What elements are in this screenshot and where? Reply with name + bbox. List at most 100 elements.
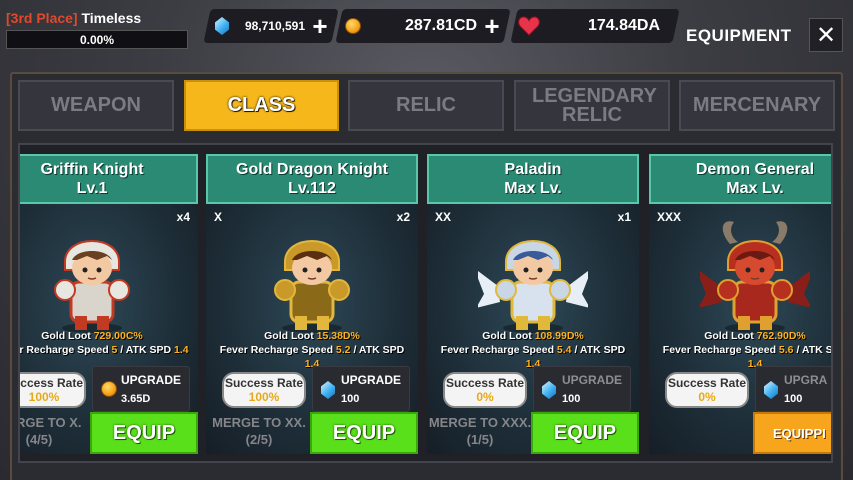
merge-label: MERGE TO X. xyxy=(18,415,82,430)
fever-speed-label: Fever Recharge Speed xyxy=(440,344,557,356)
tab-legendary-relic-label: LEGENDARY RELIC xyxy=(532,84,657,126)
equip-button[interactable]: EQUIP xyxy=(90,412,198,454)
class-card-3[interactable]: Demon General Max Lv. XXX Gold Loot 762.… xyxy=(649,154,833,454)
class-card-1[interactable]: Gold Dragon Knight Lv.112 X x2 Gold Loot… xyxy=(206,154,418,454)
success-rate-bubble: Success Rate 0% xyxy=(665,372,749,408)
upgrade-button[interactable]: UPGRADE 100 xyxy=(312,366,410,412)
fever-speed-label: Fever Recharge Speed xyxy=(219,344,336,356)
progress-text: 0.00% xyxy=(79,33,115,47)
rank-title: Timeless xyxy=(81,10,142,26)
equip-button[interactable]: EQUIPPI xyxy=(753,412,831,454)
rank-line: [3rd Place] Timeless xyxy=(6,10,188,26)
fever-speed-value: 5.6 xyxy=(778,344,794,356)
class-level: Max Lv. xyxy=(504,180,562,197)
card-header: Gold Dragon Knight Lv.112 xyxy=(206,154,418,204)
hero-portrait xyxy=(37,216,147,336)
card-header: Paladin Max Lv. xyxy=(427,154,639,204)
gold-loot-value: 108.99D% xyxy=(534,330,584,342)
class-tier: XXX xyxy=(657,210,682,224)
merge-progress: (4/5) xyxy=(25,432,53,447)
class-name: Paladin xyxy=(504,161,562,178)
equip-button[interactable]: EQUIP xyxy=(531,412,639,454)
hero-portrait xyxy=(474,216,592,336)
card-header: Griffin Knight Lv.1 xyxy=(20,154,198,204)
fever-speed-value: 5.4 xyxy=(556,344,572,356)
upgrade-label: UPGRADE xyxy=(562,373,623,387)
merge-button[interactable]: MERGE TO X. (4/5) xyxy=(18,412,92,454)
atk-spd-label: / ATK SPD xyxy=(796,344,833,356)
atk-spd-label: / ATK SPD xyxy=(571,344,626,356)
success-rate-value: 0% xyxy=(476,390,494,404)
success-rate-label: Success Rate xyxy=(667,376,747,390)
tab-relic[interactable]: RELIC xyxy=(348,80,504,131)
class-card-2[interactable]: Paladin Max Lv. XX x1 Gold Loot 108.99D%… xyxy=(427,154,639,454)
success-rate-label: Success Rate xyxy=(224,376,304,390)
class-tier: X xyxy=(214,210,223,224)
class-name: Demon General xyxy=(695,161,815,178)
gem-icon xyxy=(764,381,778,399)
class-stats: Gold Loot 108.99D% Fever Recharge Speed … xyxy=(407,329,659,371)
fever-speed-label: Fever Recharge Speed xyxy=(662,344,779,356)
upgrade-label: UPGRADE xyxy=(341,373,402,387)
tab-class[interactable]: CLASS xyxy=(184,80,339,131)
class-count: x1 xyxy=(617,210,631,224)
gem-icon xyxy=(321,381,335,399)
class-tier: XX xyxy=(435,210,452,224)
gold-loot-value: 762.90D% xyxy=(756,330,806,342)
page-title: EQUIPMENT xyxy=(686,26,792,45)
hero-portrait xyxy=(257,216,367,336)
add-gems-button[interactable]: + xyxy=(309,11,331,41)
gold-loot-label: Gold Loot xyxy=(264,330,317,342)
upgrade-cost: 100 xyxy=(341,393,360,405)
fever-speed-label: Fever Recharge Speed xyxy=(19,344,109,356)
gold-loot-label: Gold Loot xyxy=(704,330,757,342)
success-rate-value: 100% xyxy=(28,390,60,404)
rank-place: [3rd Place] xyxy=(6,10,78,26)
close-button[interactable]: ✕ xyxy=(809,18,843,52)
merge-progress: (2/5) xyxy=(245,432,273,447)
tab-legendary-relic[interactable]: LEGENDARY RELIC xyxy=(514,80,670,131)
success-rate-value: 100% xyxy=(248,390,280,404)
class-name: Griffin Knight xyxy=(40,161,144,178)
gold-loot-label: Gold Loot xyxy=(41,330,94,342)
gem-amount: 98,710,591 xyxy=(244,19,305,33)
merge-button[interactable]: MERGE TO XX. (2/5) xyxy=(206,412,312,454)
class-name: Gold Dragon Knight xyxy=(236,161,388,178)
class-card-list[interactable]: Griffin Knight Lv.1 x4 Gold Loot 729.00C… xyxy=(18,143,833,463)
heart-currency: 174.84DA xyxy=(510,9,680,43)
success-rate-bubble: Success Rate 100% xyxy=(222,372,306,408)
class-stats: Gold Loot 15.38D% Fever Recharge Speed 5… xyxy=(186,329,438,371)
class-count: x2 xyxy=(396,210,410,224)
success-rate-label: Success Rate xyxy=(20,376,84,390)
gold-loot-value: 729.00C% xyxy=(93,330,143,342)
upgrade-cost: 3.65D xyxy=(121,393,151,405)
gem-currency: 98,710,591 + xyxy=(203,9,339,43)
success-rate-bubble: Success Rate 0% xyxy=(443,372,527,408)
merge-button[interactable]: MERGE TO XXX. (1/5) xyxy=(427,412,533,454)
upgrade-button[interactable]: UPGRA 100 xyxy=(755,366,831,412)
merge-label: MERGE TO XXX. xyxy=(428,415,532,430)
merge-progress: (1/5) xyxy=(466,432,494,447)
heart-icon xyxy=(518,16,540,36)
atk-spd-label: / ATK SPD xyxy=(350,344,405,356)
upgrade-button[interactable]: UPGRADE 3.65D xyxy=(92,366,190,412)
add-gold-button[interactable]: + xyxy=(481,11,503,41)
heart-amount: 174.84DA xyxy=(587,17,660,34)
tab-weapon[interactable]: WEAPON xyxy=(18,80,174,131)
class-card-0[interactable]: Griffin Knight Lv.1 x4 Gold Loot 729.00C… xyxy=(18,154,198,454)
class-level: Max Lv. xyxy=(726,180,784,197)
tab-mercenary[interactable]: MERCENARY xyxy=(679,80,835,131)
card-header: Demon General Max Lv. xyxy=(649,154,831,204)
gold-loot-value: 15.38D% xyxy=(316,330,360,342)
upgrade-cost: 100 xyxy=(562,393,581,405)
merge-label: MERGE TO XX. xyxy=(212,415,306,430)
equip-button[interactable]: EQUIP xyxy=(310,412,418,454)
upgrade-button[interactable]: UPGRADE 100 xyxy=(533,366,631,412)
class-count: x4 xyxy=(176,210,190,224)
gold-coin-icon xyxy=(345,18,361,34)
hero-portrait xyxy=(696,216,814,336)
gem-icon xyxy=(542,381,556,399)
class-level: Lv.112 xyxy=(288,180,336,197)
gold-currency: 287.81CD + xyxy=(335,9,511,43)
gold-amount: 287.81CD xyxy=(404,17,477,34)
